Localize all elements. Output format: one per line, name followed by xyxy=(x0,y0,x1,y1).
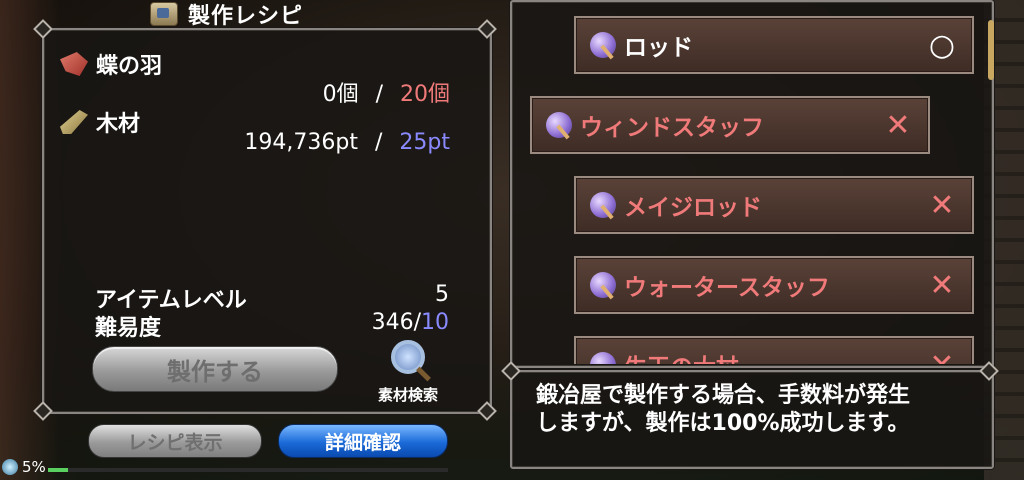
material-have: 194,736pt xyxy=(244,130,358,155)
not-craftable-cross-icon: ✕ xyxy=(885,107,911,143)
material-need: 20個 xyxy=(400,82,450,107)
count-separator: / xyxy=(375,82,383,107)
recipe-book-icon xyxy=(150,2,178,26)
detail-confirm-button[interactable]: 詳細確認 xyxy=(278,424,448,458)
material-row-wood: 木材 xyxy=(60,106,140,138)
recipe-list-clip: 生王の大杖 ✕ xyxy=(574,336,974,364)
rod-icon xyxy=(590,352,616,364)
material-need: 25pt xyxy=(399,130,450,155)
difficulty-value: 346/10 xyxy=(372,310,449,335)
recipe-list-scrollbar[interactable] xyxy=(988,20,994,80)
not-craftable-cross-icon: ✕ xyxy=(929,187,955,223)
rod-icon xyxy=(546,112,572,138)
rod-icon xyxy=(590,32,616,58)
butterfly-wing-icon xyxy=(60,52,88,76)
difficulty-label: 難易度 xyxy=(95,316,162,341)
recipe-item-name: メイジロッド xyxy=(624,195,762,221)
craft-button[interactable]: 製作する xyxy=(92,346,338,392)
status-percent: 5% xyxy=(22,458,46,476)
rod-icon xyxy=(590,272,616,298)
material-search-label: 素材検索 xyxy=(377,386,438,404)
not-craftable-cross-icon: ✕ xyxy=(912,348,972,365)
recipe-item[interactable]: 生王の大杖 ✕ xyxy=(574,336,974,364)
difficulty-current: 346 xyxy=(371,310,414,335)
item-level-value: 5 xyxy=(435,282,449,307)
difficulty-separator: / xyxy=(413,310,421,335)
material-search-button[interactable]: 素材検索 xyxy=(368,340,448,405)
status-indicator: 5% xyxy=(2,458,46,476)
recipe-item[interactable]: ウォータースタッフ ✕ xyxy=(574,256,974,314)
info-message-line: 鍛冶屋で製作する場合、手数料が発生 xyxy=(536,383,911,408)
recipe-item[interactable]: メイジロッド ✕ xyxy=(574,176,974,234)
recipe-display-button[interactable]: レシピ表示 xyxy=(88,424,262,458)
difficulty-max: 10 xyxy=(421,310,449,335)
material-name: 蝶の羽 xyxy=(96,54,163,79)
wood-icon xyxy=(60,110,88,134)
recipe-item-name: ロッド xyxy=(624,35,693,61)
panel-header: 製作レシピ xyxy=(150,0,304,29)
info-message-line: しますが、製作は100%成功します。 xyxy=(536,411,910,436)
recipe-item[interactable]: ロッド ○ xyxy=(574,16,974,74)
craftable-circle-icon: ○ xyxy=(928,27,956,63)
magnifier-icon xyxy=(391,340,425,374)
recipe-item-name: 生王の大杖 xyxy=(624,348,912,364)
count-separator: / xyxy=(374,130,383,155)
recipe-item-name: ウィンドスタッフ xyxy=(580,115,764,141)
recipe-item-name: ウォータースタッフ xyxy=(624,275,830,301)
not-craftable-cross-icon: ✕ xyxy=(929,267,955,303)
material-row-butterfly-wing: 蝶の羽 xyxy=(60,48,162,80)
material-count-wood: 194,736pt / 25pt xyxy=(244,130,450,155)
material-name: 木材 xyxy=(96,112,141,137)
status-orb-icon xyxy=(2,459,18,475)
recipe-item-selected[interactable]: ウィンドスタッフ ✕ xyxy=(530,96,930,154)
status-progress-bar xyxy=(48,468,448,472)
material-count-butterfly-wing: 0個 / 20個 xyxy=(323,76,450,108)
rod-icon xyxy=(590,192,616,218)
status-progress-fill xyxy=(48,468,68,472)
info-message: 鍛冶屋で製作する場合、手数料が発生 しますが、製作は100%成功します。 xyxy=(536,382,986,438)
page-title: 製作レシピ xyxy=(188,4,304,29)
material-have: 0個 xyxy=(322,82,359,107)
